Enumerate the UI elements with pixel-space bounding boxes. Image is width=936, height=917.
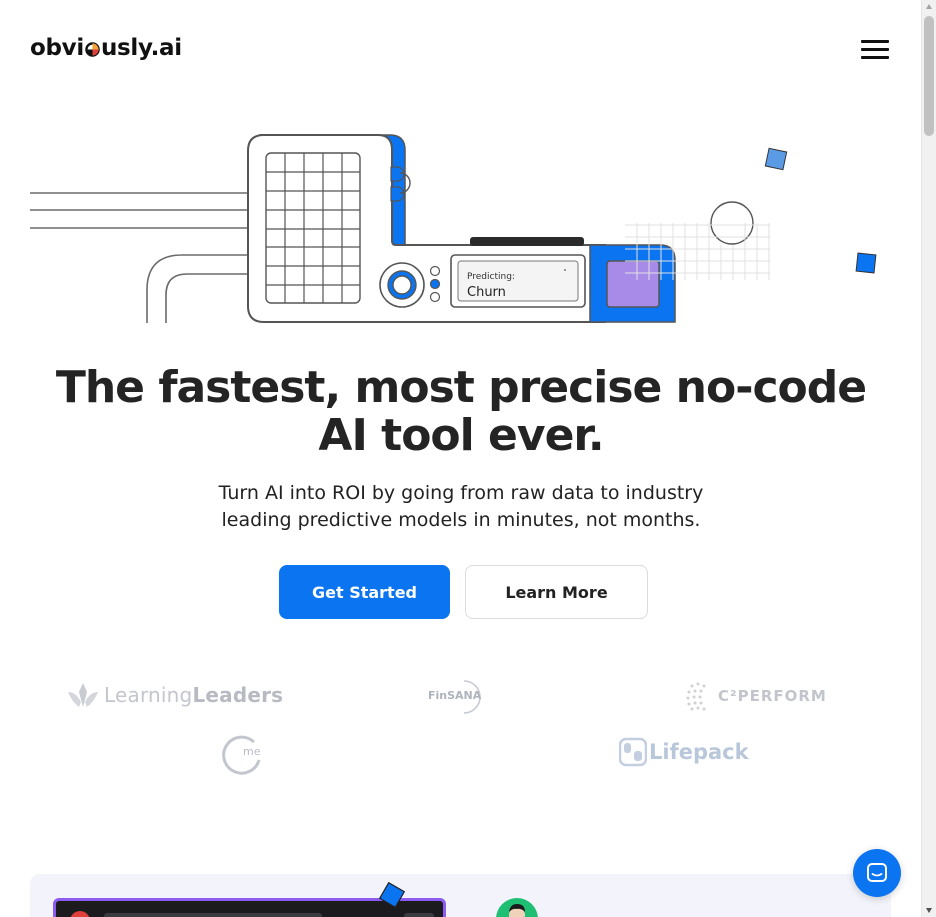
client-logo-learning-leaders: Learning Leaders xyxy=(66,680,283,710)
page: obvi usly.ai Predicting: Churn The faste… xyxy=(0,0,921,917)
chat-bubble-icon xyxy=(867,863,887,882)
predicting-value: Churn xyxy=(467,285,506,300)
learning-leaders-light: Learning xyxy=(104,683,193,707)
learning-leaders-bold: Leaders xyxy=(192,683,284,707)
lifepack-icon xyxy=(619,737,647,767)
logo-text-suffix: usly.ai xyxy=(100,35,182,61)
client-logo-lifepack: Lifepack xyxy=(619,737,749,767)
hamburger-menu-icon[interactable] xyxy=(859,38,891,62)
get-started-button[interactable]: Get Started xyxy=(279,565,450,619)
client-logo-me: me xyxy=(221,732,260,775)
c2perform-text: C²PERFORM xyxy=(718,687,827,705)
learn-more-button[interactable]: Learn More xyxy=(465,565,648,619)
logo-mark-icon xyxy=(85,41,100,57)
hero-illustration: Predicting: Churn xyxy=(30,134,877,323)
scroll-down-icon[interactable] xyxy=(926,908,932,913)
client-logo-finsana: FinSANA xyxy=(426,678,481,714)
hero-subheading: Turn AI into ROI by going from raw data … xyxy=(218,482,704,531)
c2perform-dots-icon xyxy=(686,682,706,711)
scroll-up-icon[interactable] xyxy=(926,4,932,9)
floating-square-icon xyxy=(378,881,406,909)
learning-leaders-icon xyxy=(68,683,98,707)
page-scrollbar[interactable] xyxy=(921,0,936,917)
finsana-text: FinSANA xyxy=(428,689,482,702)
chat-launcher-button[interactable] xyxy=(853,849,901,897)
client-logo-c2perform: C²PERFORM xyxy=(684,680,827,712)
video-progress-bar xyxy=(104,913,322,917)
brand-logo[interactable]: obvi usly.ai xyxy=(30,33,182,63)
lifepack-text: Lifepack xyxy=(649,740,749,764)
scrollbar-thumb[interactable] xyxy=(924,16,934,136)
predicting-label: Predicting: xyxy=(467,272,515,282)
record-icon xyxy=(70,911,90,917)
hero-headline: The fastest, most precise no-code AI too… xyxy=(55,362,867,461)
logo-text-prefix: obvi xyxy=(30,35,84,61)
me-text: me xyxy=(243,745,261,758)
video-control xyxy=(404,913,434,917)
